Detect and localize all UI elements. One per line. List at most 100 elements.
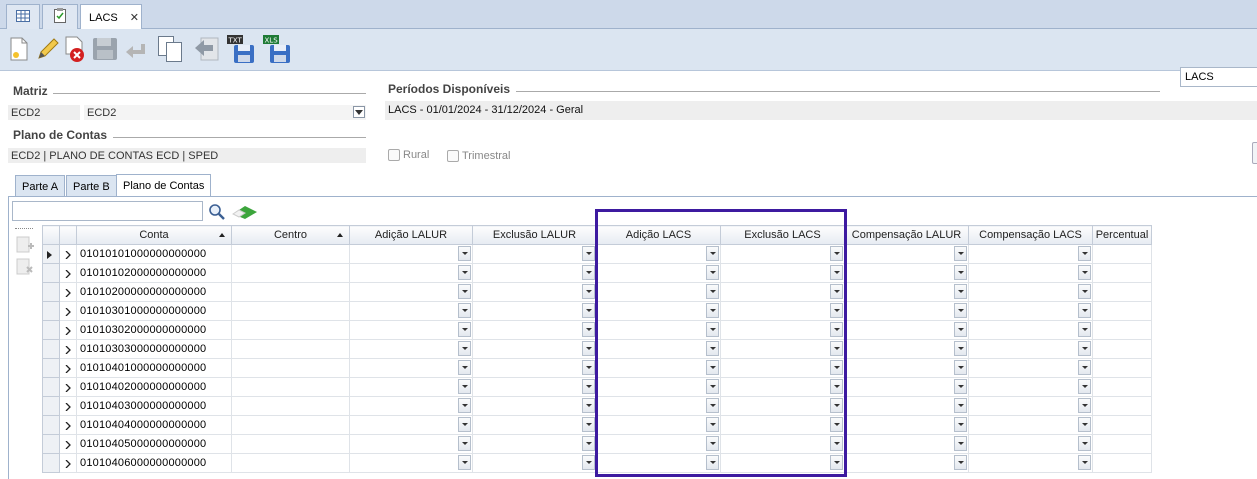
exclusao-lalur-cell[interactable] [472, 301, 597, 321]
chevron-down-icon[interactable] [706, 379, 719, 394]
percentual-cell[interactable] [1092, 282, 1152, 302]
chevron-right-icon[interactable] [65, 422, 71, 430]
exclusao-lacs-cell[interactable] [720, 358, 845, 378]
expand-cell[interactable] [59, 282, 77, 302]
compensacao-lacs-cell[interactable] [968, 453, 1093, 473]
tab-parte-a[interactable]: Parte A [15, 175, 66, 197]
checkbox-box[interactable] [447, 150, 459, 162]
expand-cell[interactable] [59, 320, 77, 340]
conta-cell[interactable]: 01010405000000000000 [76, 434, 232, 454]
exclusao-lalur-cell[interactable] [472, 339, 597, 359]
percentual-cell[interactable] [1092, 377, 1152, 397]
chevron-down-icon[interactable] [1078, 360, 1091, 375]
conta-cell[interactable]: 01010200000000000000 [76, 282, 232, 302]
chevron-down-icon[interactable] [582, 379, 595, 394]
chevron-down-icon[interactable] [458, 341, 471, 356]
chevron-down-icon[interactable] [458, 436, 471, 451]
exclusao-lalur-cell[interactable] [472, 320, 597, 340]
adicao-lalur-cell[interactable] [349, 434, 473, 454]
trimestral-checkbox[interactable]: Trimestral [447, 150, 510, 162]
chevron-down-icon[interactable] [1078, 398, 1091, 413]
table-row[interactable]: 01010405000000000000 [42, 434, 1152, 454]
compensacao-lacs-cell[interactable] [968, 434, 1093, 454]
chevron-down-icon[interactable] [706, 341, 719, 356]
chevron-down-icon[interactable] [458, 379, 471, 394]
centro-cell[interactable] [231, 263, 350, 283]
chevron-down-icon[interactable] [830, 246, 843, 261]
export-xls-button[interactable]: XLS [262, 34, 292, 66]
chevron-down-icon[interactable] [706, 265, 719, 280]
exclusao-lacs-cell[interactable] [720, 244, 845, 264]
chevron-down-icon[interactable] [458, 284, 471, 299]
exclusao-lalur-cell[interactable] [472, 396, 597, 416]
adicao-lacs-cell[interactable] [596, 434, 721, 454]
chevron-down-icon[interactable] [954, 360, 967, 375]
table-row[interactable]: 01010302000000000000 [42, 320, 1152, 340]
expand-cell[interactable] [59, 434, 77, 454]
back-button[interactable] [192, 34, 222, 66]
exclusao-lalur-cell[interactable] [472, 434, 597, 454]
compensacao-lacs-cell[interactable] [968, 415, 1093, 435]
conta-cell[interactable]: 01010101000000000000 [76, 244, 232, 264]
adicao-lacs-cell[interactable] [596, 358, 721, 378]
eraser-icon[interactable] [231, 204, 259, 223]
chevron-down-icon[interactable] [582, 265, 595, 280]
chevron-down-icon[interactable] [458, 398, 471, 413]
chevron-down-icon[interactable] [458, 322, 471, 337]
percentual-cell[interactable] [1092, 339, 1152, 359]
compensacao-lacs-cell[interactable] [968, 377, 1093, 397]
grid-search-input[interactable] [12, 201, 203, 221]
chevron-down-icon[interactable] [830, 360, 843, 375]
centro-cell[interactable] [231, 320, 350, 340]
add-row-icon[interactable] [16, 236, 34, 257]
exclusao-lacs-cell[interactable] [720, 320, 845, 340]
percentual-cell[interactable] [1092, 244, 1152, 264]
conta-cell[interactable]: 01010406000000000000 [76, 453, 232, 473]
compensacao-lacs-cell[interactable] [968, 358, 1093, 378]
chevron-down-icon[interactable] [582, 284, 595, 299]
row-indicator[interactable] [42, 453, 60, 473]
chevron-down-icon[interactable] [458, 246, 471, 261]
compensacao-lalur-cell[interactable] [844, 396, 969, 416]
adicao-lacs-cell[interactable] [596, 301, 721, 321]
chevron-down-icon[interactable] [1078, 379, 1091, 394]
percentual-cell[interactable] [1092, 415, 1152, 435]
chevron-down-icon[interactable] [954, 455, 967, 470]
expand-cell[interactable] [59, 301, 77, 321]
row-indicator[interactable] [42, 320, 60, 340]
adicao-lalur-cell[interactable] [349, 377, 473, 397]
chevron-right-icon[interactable] [65, 460, 71, 468]
chevron-down-icon[interactable] [954, 341, 967, 356]
compensacao-lacs-cell[interactable] [968, 339, 1093, 359]
chevron-down-icon[interactable] [706, 246, 719, 261]
delete-button[interactable] [60, 34, 90, 66]
centro-cell[interactable] [231, 358, 350, 378]
table-row[interactable]: 01010402000000000000 [42, 377, 1152, 397]
exclusao-lacs-cell[interactable] [720, 415, 845, 435]
expand-cell[interactable] [59, 358, 77, 378]
chevron-right-icon[interactable] [65, 346, 71, 354]
row-indicator[interactable] [42, 263, 60, 283]
chevron-down-icon[interactable] [706, 360, 719, 375]
row-indicator[interactable] [42, 415, 60, 435]
exclusao-lacs-cell[interactable] [720, 301, 845, 321]
centro-cell[interactable] [231, 244, 350, 264]
compensacao-lalur-cell[interactable] [844, 453, 969, 473]
chevron-down-icon[interactable] [954, 379, 967, 394]
expand-cell[interactable] [59, 339, 77, 359]
chevron-right-icon[interactable] [65, 441, 71, 449]
exclusao-lalur-cell[interactable] [472, 282, 597, 302]
chevron-right-icon[interactable] [65, 270, 71, 278]
table-row[interactable]: 01010403000000000000 [42, 396, 1152, 416]
save-button[interactable] [90, 34, 120, 66]
percentual-cell[interactable] [1092, 301, 1152, 321]
adicao-lalur-cell[interactable] [349, 301, 473, 321]
chevron-down-icon[interactable] [1078, 303, 1091, 318]
row-indicator[interactable] [42, 301, 60, 321]
chevron-down-icon[interactable] [954, 417, 967, 432]
row-indicator[interactable] [42, 339, 60, 359]
adicao-lacs-cell[interactable] [596, 320, 721, 340]
row-indicator[interactable] [42, 244, 60, 264]
compensacao-lacs-cell[interactable] [968, 282, 1093, 302]
chevron-right-icon[interactable] [65, 403, 71, 411]
